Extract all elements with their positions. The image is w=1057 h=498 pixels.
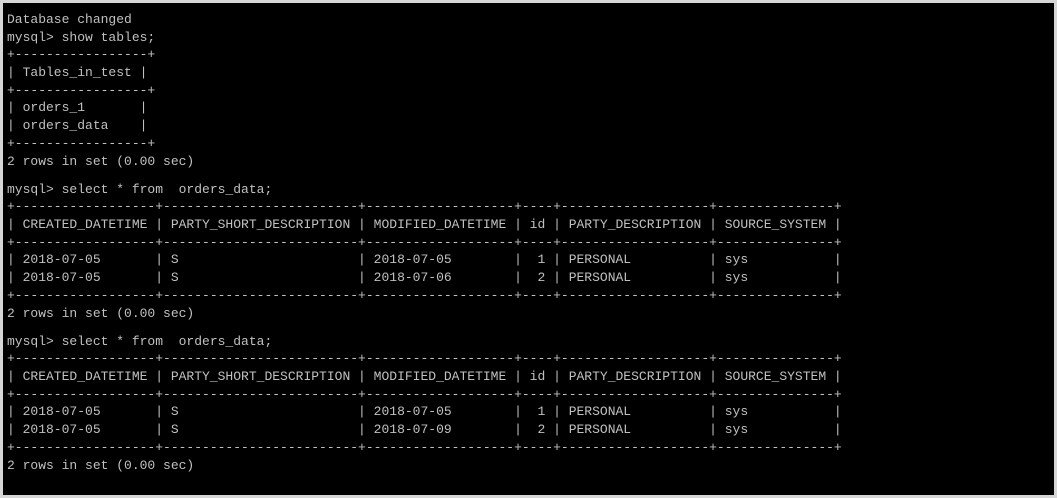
terminal-line: +------------------+--------------------… (7, 199, 842, 215)
terminal-line: | orders_data | (7, 118, 148, 134)
terminal-line: +------------------+--------------------… (7, 234, 842, 250)
terminal-output[interactable]: Database changed mysql> show tables; +----… (3, 3, 1054, 474)
terminal-window[interactable]: Database changed mysql> show tables; +----… (3, 3, 1054, 495)
terminal-line: +------------------+--------------------… (7, 287, 842, 303)
terminal-line: | CREATED_DATETIME | PARTY_SHORT_DESCRIP… (7, 217, 842, 233)
terminal-line: +------------------+--------------------… (7, 439, 842, 455)
terminal-line: 2 rows in set (0.00 sec) (7, 457, 195, 473)
terminal-line: +------------------+--------------------… (7, 351, 842, 367)
terminal-line: 2 rows in set (0.00 sec) (7, 305, 195, 321)
terminal-line: +-----------------+ (7, 47, 156, 63)
terminal-line: mysql> show tables; (7, 29, 156, 45)
terminal-line: | CREATED_DATETIME | PARTY_SHORT_DESCRIP… (7, 369, 842, 385)
terminal-line: | 2018-07-05 | S | 2018-07-05 | 1 | PERS… (7, 404, 842, 420)
terminal-line: | 2018-07-05 | S | 2018-07-05 | 1 | PERS… (7, 252, 842, 268)
terminal-line: +-----------------+ (7, 135, 156, 151)
terminal-line: | orders_1 | (7, 100, 148, 116)
terminal-line: | 2018-07-05 | S | 2018-07-06 | 2 | PERS… (7, 270, 842, 286)
terminal-line: +------------------+--------------------… (7, 386, 842, 402)
terminal-line: Database changed (7, 12, 132, 27)
terminal-line: +-----------------+ (7, 82, 156, 98)
terminal-line: mysql> select * from orders_data; (7, 333, 273, 349)
terminal-line: mysql> select * from orders_data; (7, 181, 273, 197)
terminal-line: | 2018-07-05 | S | 2018-07-09 | 2 | PERS… (7, 422, 842, 438)
terminal-line: 2 rows in set (0.00 sec) (7, 153, 195, 169)
terminal-line: | Tables_in_test | (7, 65, 148, 81)
